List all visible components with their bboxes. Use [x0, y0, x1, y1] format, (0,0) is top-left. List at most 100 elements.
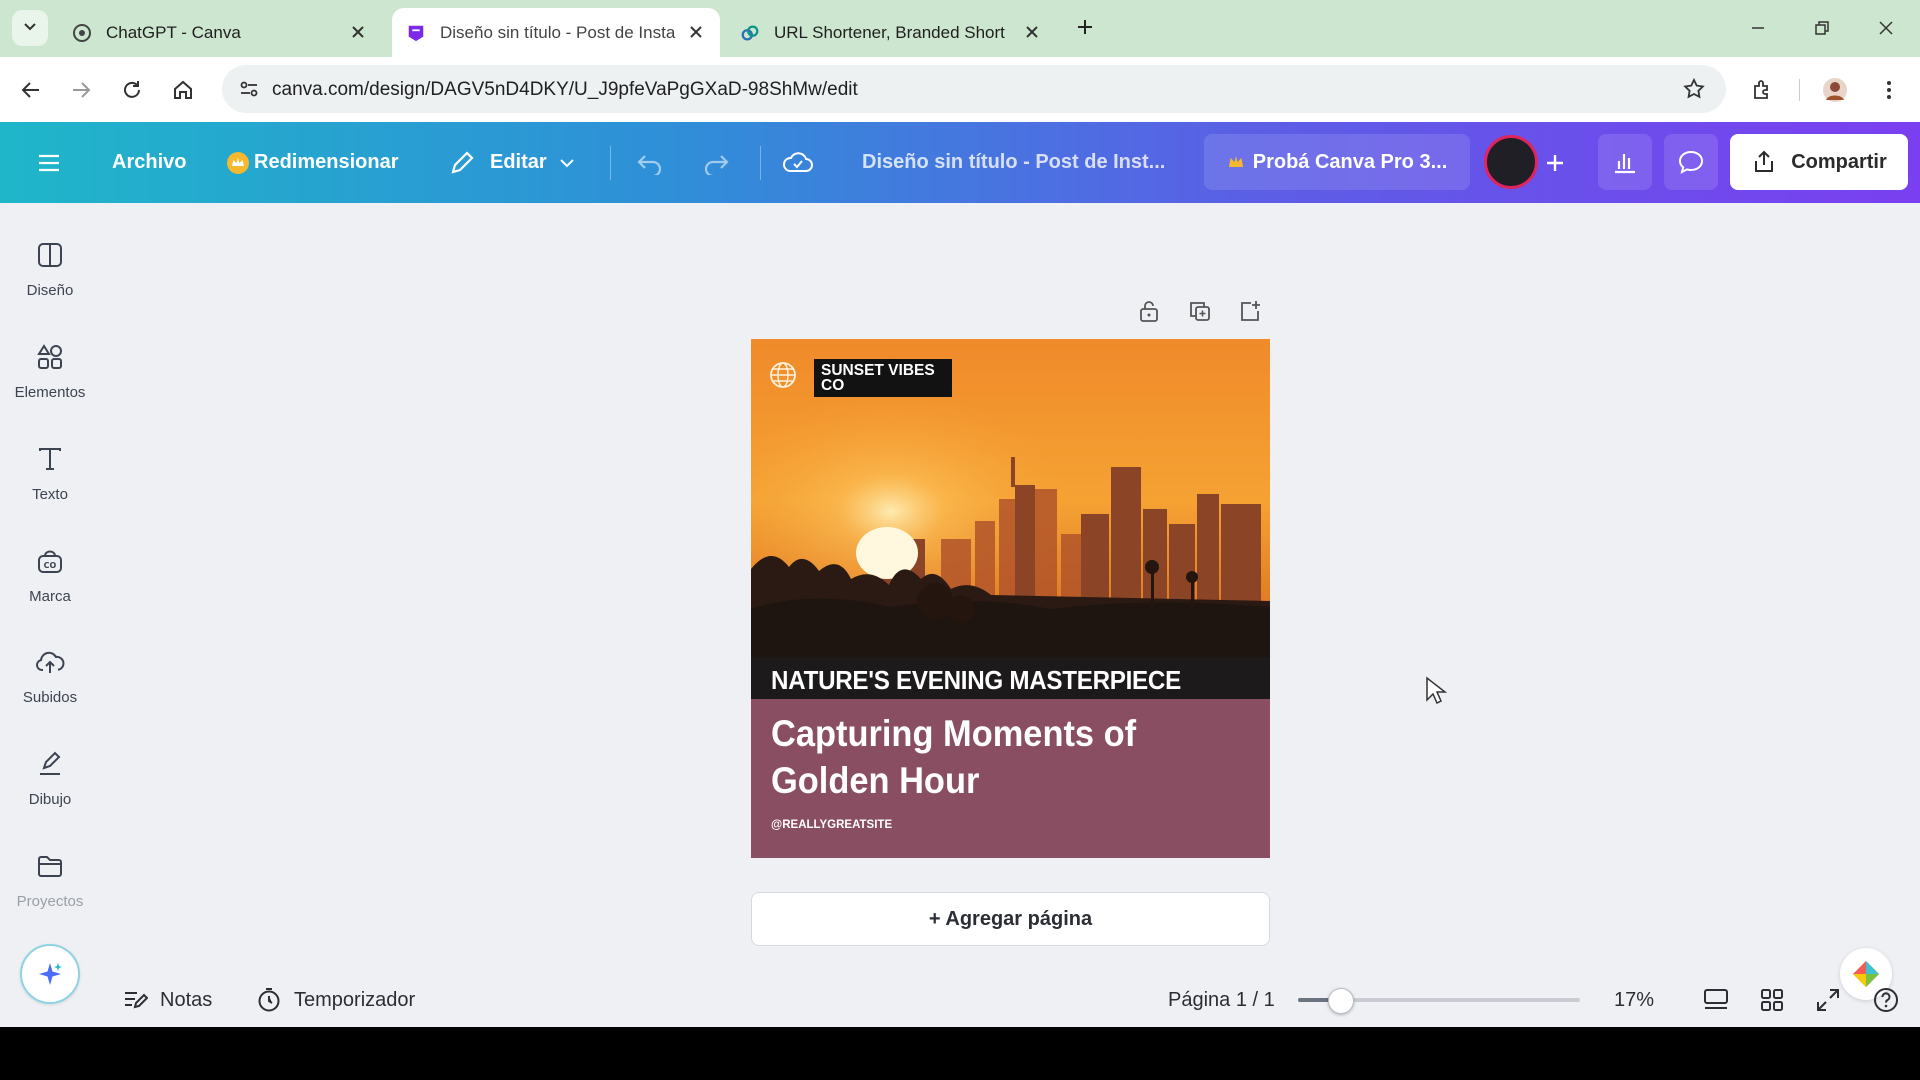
undo-icon	[637, 154, 662, 175]
plus-icon	[1547, 154, 1563, 171]
sidebar-item-label: Dibujo	[28, 791, 72, 808]
close-icon[interactable]	[684, 20, 708, 44]
sidebar-item-dibujo[interactable]: Dibujo	[0, 743, 100, 835]
redo-button[interactable]	[702, 122, 730, 203]
star-icon[interactable]	[1682, 77, 1706, 106]
chevron-down-icon	[22, 18, 38, 39]
page-view-button[interactable]	[1698, 982, 1734, 1018]
canva-header: Archivo Redimensionar Editar Diseño sin …	[0, 122, 1920, 203]
magic-assistant-button[interactable]	[20, 944, 80, 1004]
duplicate-page-button[interactable]	[1185, 296, 1215, 326]
sidebar-item-diseno[interactable]: Diseño	[0, 234, 100, 326]
notes-label: Notas	[160, 988, 213, 1011]
tab-search-button[interactable]	[12, 10, 48, 46]
shapes-icon	[33, 340, 67, 374]
help-button[interactable]	[1868, 982, 1904, 1018]
design-headline[interactable]: Capturing Moments of Golden Hour	[771, 710, 1180, 804]
notes-button[interactable]: Notas	[122, 978, 212, 1022]
mouse-cursor-icon	[1425, 676, 1448, 711]
expand-icon	[1817, 989, 1839, 1011]
share-button[interactable]: Compartir	[1730, 134, 1908, 190]
lock-icon	[1140, 301, 1158, 322]
address-bar[interactable]: canva.com/design/DAGV5nD4DKY/U_J9pfeVaPg…	[222, 65, 1726, 113]
design-subtitle[interactable]: NATURE'S EVENING MASTERPIECE	[771, 665, 1181, 696]
sidebar-item-label: Proyectos	[16, 893, 84, 910]
page-indicator[interactable]: Página 1 / 1	[1168, 978, 1275, 1022]
undo-button[interactable]	[636, 122, 664, 203]
tab-chatgpt[interactable]: ChatGPT - Canva	[60, 8, 382, 57]
cloud-check-icon	[783, 151, 813, 172]
svg-text:CO: CO	[44, 561, 57, 570]
toolbar-divider	[1799, 79, 1800, 101]
add-page-icon	[1241, 301, 1260, 321]
close-icon[interactable]	[1020, 20, 1044, 44]
sidebar-item-marca[interactable]: CO Marca	[0, 540, 100, 632]
sidebar-item-texto[interactable]: Texto	[0, 438, 100, 530]
close-icon[interactable]	[346, 20, 370, 44]
share-label: Compartir	[1791, 150, 1887, 173]
text-icon	[33, 442, 67, 476]
browser-menu-button[interactable]	[1872, 73, 1906, 107]
bar-chart-icon	[1615, 154, 1635, 174]
tab-title: Diseño sin título - Post de Insta	[440, 22, 676, 42]
extensions-button[interactable]	[1746, 73, 1780, 107]
close-window-button[interactable]	[1868, 12, 1904, 44]
minimize-button[interactable]	[1740, 12, 1776, 44]
lock-page-button[interactable]	[1134, 296, 1164, 326]
site-info-icon[interactable]	[238, 78, 260, 105]
restore-button[interactable]	[1804, 12, 1840, 44]
collaborator-avatar[interactable]	[1484, 135, 1538, 189]
reload-icon	[124, 81, 140, 98]
zoom-slider-thumb[interactable]	[1328, 988, 1355, 1014]
header-divider	[610, 146, 611, 180]
edit-label: Editar	[490, 151, 547, 173]
arrow-right-icon	[73, 82, 91, 98]
canva-icon	[406, 23, 426, 43]
sidebar-item-subidos[interactable]: Subidos	[0, 641, 100, 733]
profile-avatar[interactable]	[1818, 73, 1852, 107]
tab-url-shortener[interactable]: URL Shortener, Branded Short L	[730, 8, 1056, 57]
folder-icon	[33, 849, 67, 883]
archivo-menu[interactable]: Archivo	[112, 122, 186, 203]
notes-icon	[122, 988, 148, 1012]
main-menu-button[interactable]	[36, 122, 62, 203]
brand-logo-text[interactable]: SUNSET VIBES CO	[814, 359, 952, 397]
sidebar-item-label: Subidos	[22, 689, 78, 706]
document-title[interactable]: Diseño sin título - Post de Inst...	[862, 122, 1165, 203]
timer-button[interactable]: Temporizador	[256, 978, 415, 1022]
back-button[interactable]	[14, 73, 48, 107]
comments-button[interactable]	[1664, 134, 1718, 190]
design-handle[interactable]: @REALLYGREATSITE	[771, 819, 892, 831]
add-page-button[interactable]: + Agregar página	[751, 892, 1270, 946]
plus-icon	[1076, 18, 1094, 41]
add-collaborator-button[interactable]	[1544, 122, 1566, 203]
hamburger-icon	[39, 154, 59, 171]
sidebar-item-elementos[interactable]: Elementos	[0, 336, 100, 428]
home-button[interactable]	[166, 73, 200, 107]
cloud-save-status[interactable]	[782, 122, 814, 203]
grid-view-button[interactable]	[1754, 982, 1790, 1018]
sidebar-item-label: Texto	[32, 486, 68, 503]
sparkle-icon	[39, 963, 62, 985]
browser-toolbar: canva.com/design/DAGV5nD4DKY/U_J9pfeVaPg…	[0, 57, 1920, 122]
reload-button[interactable]	[115, 73, 149, 107]
tab-canva-design[interactable]: Diseño sin título - Post de Insta	[392, 8, 720, 57]
resize-label: Redimensionar	[254, 151, 399, 173]
sidebar-item-proyectos[interactable]: Proyectos	[0, 845, 100, 937]
tab-title: URL Shortener, Branded Short L	[774, 22, 1010, 42]
resize-button[interactable]: Redimensionar	[226, 122, 398, 203]
brand-icon: CO	[33, 544, 67, 578]
sidebar-item-label: Marca	[29, 588, 71, 605]
edit-menu-button[interactable]: Editar	[448, 122, 575, 203]
design-canvas[interactable]: SUNSET VIBES CO NATURE'S EVENING MASTERP…	[751, 339, 1270, 858]
home-icon	[174, 80, 192, 99]
try-pro-button[interactable]: Probá Canva Pro 3...	[1204, 134, 1470, 190]
new-tab-button[interactable]	[1070, 14, 1100, 44]
timer-icon	[256, 987, 282, 1013]
fullscreen-button[interactable]	[1810, 982, 1846, 1018]
zoom-level[interactable]: 17%	[1614, 978, 1654, 1022]
forward-button[interactable]	[64, 73, 98, 107]
insights-button[interactable]	[1598, 134, 1652, 190]
add-page-icon-button[interactable]	[1235, 296, 1265, 326]
url-text: canva.com/design/DAGV5nD4DKY/U_J9pfeVaPg…	[272, 79, 858, 100]
